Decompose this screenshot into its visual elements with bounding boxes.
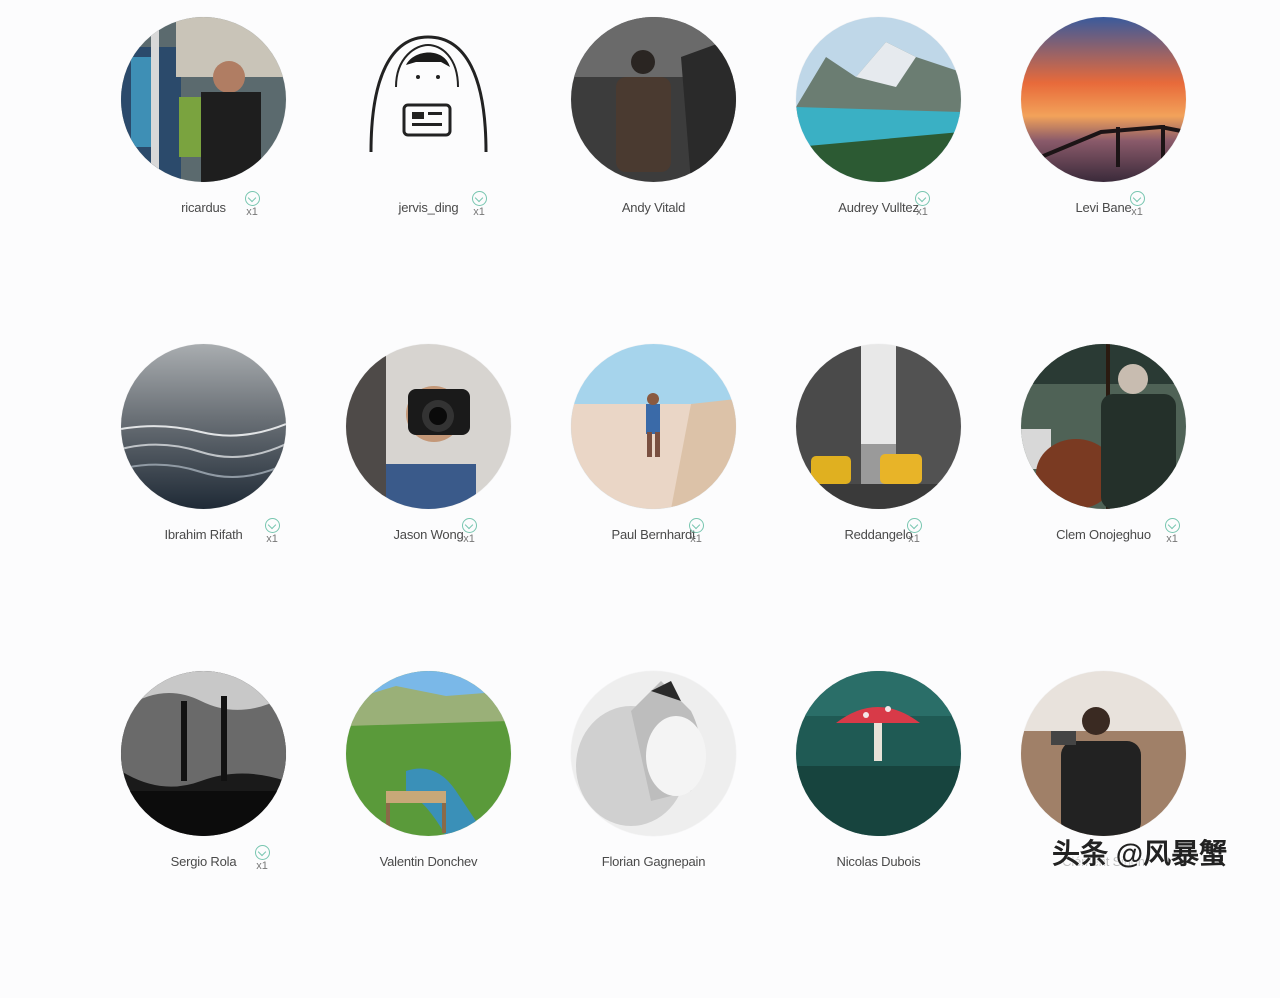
avatar-photo xyxy=(121,671,286,836)
laurel-icon xyxy=(471,191,487,206)
avatar[interactable] xyxy=(571,17,736,182)
photographer-name[interactable]: Reddangelo xyxy=(766,527,991,542)
badge: x1 xyxy=(468,191,490,221)
badge: x1 xyxy=(911,191,933,221)
avatar[interactable] xyxy=(1021,17,1186,182)
laurel-icon xyxy=(906,518,922,533)
avatar-photo xyxy=(346,344,511,509)
avatar-photo xyxy=(1021,671,1186,836)
photographer-name[interactable]: Jason Wong xyxy=(316,527,541,542)
avatar[interactable] xyxy=(571,671,736,836)
badge: x1 xyxy=(261,518,283,548)
photographer-card[interactable]: Nicolas Dubois xyxy=(766,671,991,998)
avatar[interactable] xyxy=(121,344,286,509)
avatar-photo xyxy=(796,17,961,182)
laurel-icon xyxy=(254,845,270,860)
laurel-icon xyxy=(688,518,704,533)
avatar[interactable] xyxy=(346,671,511,836)
badge-count: x1 xyxy=(908,533,920,545)
photographer-name[interactable]: jervis_ding xyxy=(316,200,541,215)
badge-count: x1 xyxy=(246,206,258,218)
watermark: 头条 @风暴蟹 xyxy=(1052,838,1228,869)
avatar-photo xyxy=(571,17,736,182)
avatar-photo xyxy=(796,344,961,509)
photographer-name[interactable]: ricardus xyxy=(91,200,316,215)
photographer-name[interactable]: Audrey Vulltez xyxy=(766,200,991,215)
photographer-name[interactable]: Andy Vitald xyxy=(541,200,766,215)
avatar-photo xyxy=(1021,344,1186,509)
laurel-icon xyxy=(1164,518,1180,533)
badge: x1 xyxy=(458,518,480,548)
avatar-illustration xyxy=(346,17,511,182)
badge-count: x1 xyxy=(256,860,268,872)
photographer-card[interactable]: Andy Vitald xyxy=(541,17,766,344)
badge: x1 xyxy=(241,191,263,221)
avatar[interactable] xyxy=(796,17,961,182)
avatar[interactable] xyxy=(346,344,511,509)
avatar-photo xyxy=(571,671,736,836)
photographer-card[interactable]: jervis_ding x1 xyxy=(316,17,541,344)
badge: x1 xyxy=(685,518,707,548)
avatar-photo xyxy=(571,344,736,509)
photographer-name[interactable]: Florian Gagnepain xyxy=(541,854,766,869)
laurel-icon xyxy=(264,518,280,533)
badge-count: x1 xyxy=(1131,206,1143,218)
badge: x1 xyxy=(251,845,273,875)
photographer-card[interactable]: Reddangelo x1 xyxy=(766,344,991,671)
laurel-icon xyxy=(461,518,477,533)
badge: x1 xyxy=(1126,191,1148,221)
photographer-card[interactable]: Paul Bernhardt x1 xyxy=(541,344,766,671)
photographer-card[interactable]: Clem Onojeghuo x1 xyxy=(991,344,1216,671)
photographer-card[interactable]: Valentin Donchev xyxy=(316,671,541,998)
avatar[interactable] xyxy=(796,344,961,509)
laurel-icon xyxy=(914,191,930,206)
avatar-photo xyxy=(121,17,286,182)
avatar[interactable] xyxy=(1021,344,1186,509)
avatar-photo xyxy=(796,671,961,836)
badge-count: x1 xyxy=(473,206,485,218)
badge-count: x1 xyxy=(690,533,702,545)
avatar[interactable] xyxy=(1021,671,1186,836)
photographer-card[interactable]: Audrey Vulltez x1 xyxy=(766,17,991,344)
laurel-icon xyxy=(244,191,260,206)
photographer-card[interactable]: Jason Wong x1 xyxy=(316,344,541,671)
photographer-name[interactable]: Valentin Donchev xyxy=(316,854,541,869)
photographer-name[interactable]: Paul Bernhardt xyxy=(541,527,766,542)
avatar-photo xyxy=(1021,17,1186,182)
badge-count: x1 xyxy=(266,533,278,545)
badge-count: x1 xyxy=(1166,533,1178,545)
badge: x1 xyxy=(1161,518,1183,548)
avatar[interactable] xyxy=(796,671,961,836)
avatar[interactable] xyxy=(121,671,286,836)
laurel-icon xyxy=(1129,191,1145,206)
badge: x1 xyxy=(903,518,925,548)
avatar-photo xyxy=(121,344,286,509)
photographer-card[interactable]: ricardus x1 xyxy=(91,17,316,344)
photographer-card[interactable]: Sergio Rola x1 xyxy=(91,671,316,998)
avatar[interactable] xyxy=(121,17,286,182)
photographer-name[interactable]: Levi Bane xyxy=(991,200,1216,215)
photographer-card[interactable]: Levi Bane x1 xyxy=(991,17,1216,344)
photographer-card[interactable]: Ibrahim Rifath x1 xyxy=(91,344,316,671)
badge-count: x1 xyxy=(463,533,475,545)
photographer-grid: ricardus x1 jervis_ding x1 Andy Vitald A… xyxy=(91,17,1217,998)
badge-count: x1 xyxy=(916,206,928,218)
photographer-name[interactable]: Sergio Rola xyxy=(91,854,316,869)
avatar-photo xyxy=(346,671,511,836)
photographer-card[interactable]: Florian Gagnepain xyxy=(541,671,766,998)
avatar[interactable] xyxy=(346,17,511,182)
photographer-name[interactable]: Nicolas Dubois xyxy=(766,854,991,869)
avatar[interactable] xyxy=(571,344,736,509)
